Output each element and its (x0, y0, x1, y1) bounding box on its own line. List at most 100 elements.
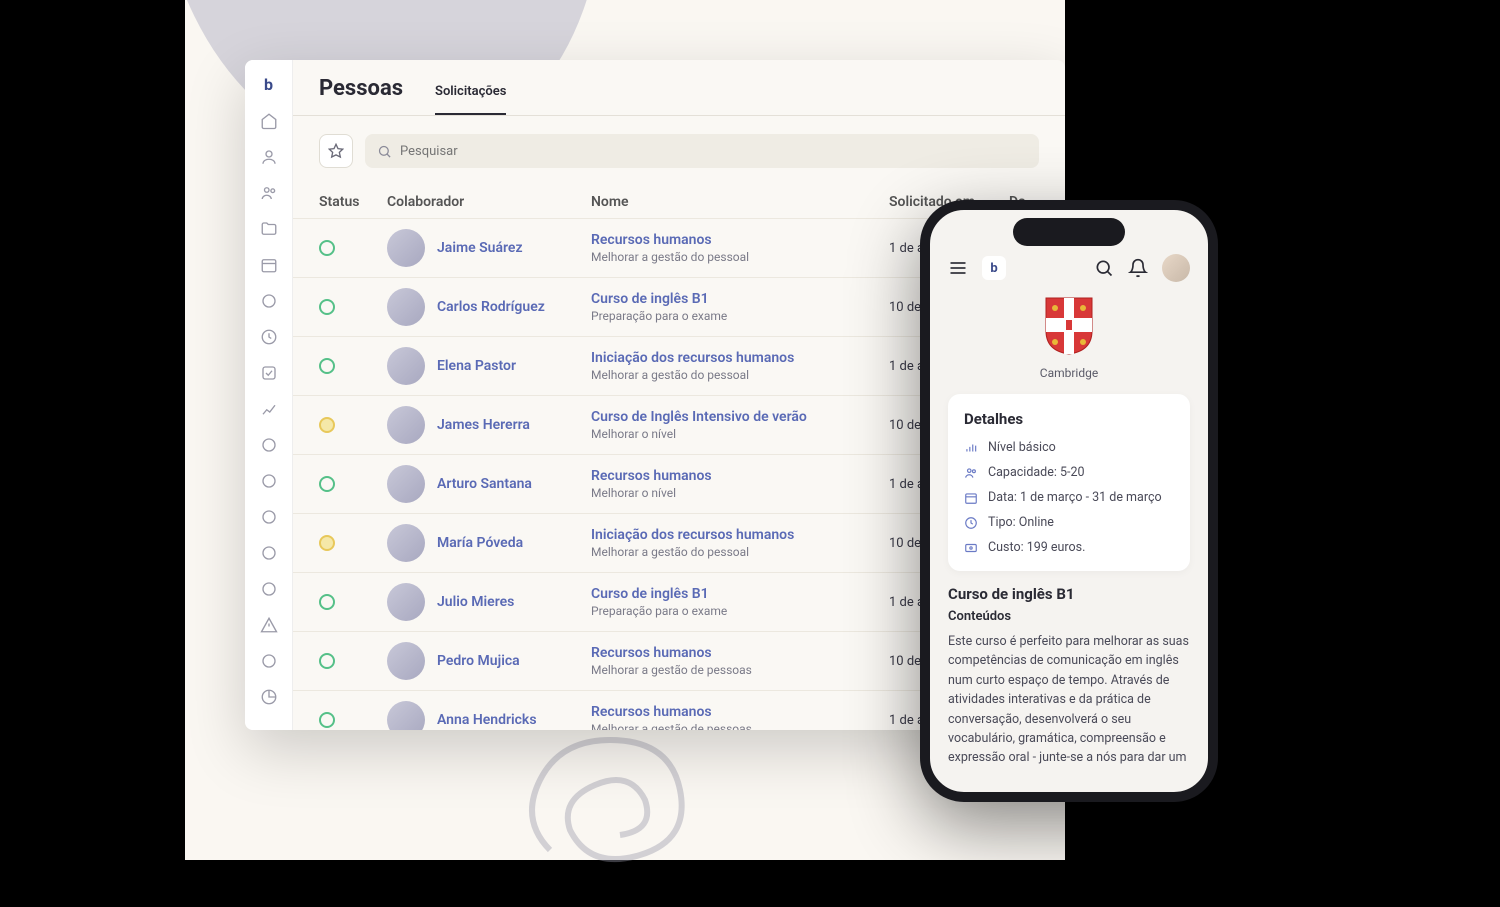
collaborator-name[interactable]: María Póveda (437, 535, 523, 551)
status-indicator (319, 299, 335, 315)
level-icon (964, 441, 978, 455)
details-title: Detalhes (964, 410, 1174, 428)
avatar (387, 524, 425, 562)
type-icon (964, 516, 978, 530)
folder-icon[interactable] (260, 220, 278, 238)
course-subtitle: Melhorar o nível (591, 427, 889, 441)
detail-row: Capacidade: 5-20 (964, 465, 1174, 480)
institution-name: Cambridge (948, 366, 1190, 380)
course-subtitle: Preparação para o exame (591, 309, 889, 323)
course-link[interactable]: Curso de inglês B1 (591, 586, 889, 602)
detail-text: Capacidade: 5-20 (988, 465, 1085, 480)
detail-text: Data: 1 de março - 31 de março (988, 490, 1162, 505)
app-logo[interactable]: b (259, 74, 279, 94)
toolbar (293, 116, 1065, 186)
col-colaborador: Colaborador (387, 194, 591, 210)
user-add-icon[interactable] (260, 652, 278, 670)
status-indicator (319, 712, 335, 728)
phone-avatar[interactable] (1162, 254, 1190, 282)
detail-row: Data: 1 de março - 31 de março (964, 490, 1174, 505)
course-subtitle: Melhorar o nível (591, 486, 889, 500)
capacity-icon (964, 466, 978, 480)
detail-text: Tipo: Online (988, 515, 1054, 530)
favorites-button[interactable] (319, 134, 353, 168)
collaborator-name[interactable]: Jaime Suárez (437, 240, 523, 256)
target-icon[interactable] (260, 436, 278, 454)
course-description: Este curso é perfeito para melhorar as s… (948, 632, 1190, 768)
course-link[interactable]: Curso de inglês B1 (591, 291, 889, 307)
course-subtitle: Melhorar a gestão do pessoal (591, 250, 889, 264)
chart-icon[interactable] (260, 400, 278, 418)
home-icon[interactable] (260, 112, 278, 130)
course-subtitle: Melhorar a gestão do pessoal (591, 368, 889, 382)
support-icon[interactable] (260, 472, 278, 490)
header: Pessoas Solicitações (293, 60, 1065, 116)
date-icon (964, 491, 978, 505)
phone-mockup: b Cambridge Detalhes Nível básico Capacid… (920, 200, 1218, 802)
status-indicator (319, 358, 335, 374)
course-link[interactable]: Iniciação dos recursos humanos (591, 527, 889, 543)
avatar (387, 229, 425, 267)
crest-icon (1044, 296, 1094, 356)
collaborator-name[interactable]: Julio Mieres (437, 594, 514, 610)
phone-notch (1013, 218, 1125, 246)
collaborator-name[interactable]: Arturo Santana (437, 476, 532, 492)
course-link[interactable]: Recursos humanos (591, 704, 889, 720)
collaborator-name[interactable]: Carlos Rodríguez (437, 299, 545, 315)
bell-icon[interactable] (1128, 258, 1148, 278)
course-link[interactable]: Curso de Inglês Intensivo de verão (591, 409, 889, 425)
avatar (387, 701, 425, 730)
person-icon[interactable] (260, 148, 278, 166)
phone-logo[interactable]: b (982, 256, 1006, 280)
warning-icon[interactable] (260, 616, 278, 634)
course-link[interactable]: Recursos humanos (591, 232, 889, 248)
cost-icon (964, 541, 978, 555)
search-icon[interactable] (1094, 258, 1114, 278)
people-icon[interactable] (260, 184, 278, 202)
course-subtitle: Conteúdos (948, 609, 1190, 624)
status-indicator (319, 594, 335, 610)
page-title: Pessoas (319, 76, 403, 101)
graduation-icon[interactable] (260, 508, 278, 526)
course-subtitle: Preparação para o exame (591, 604, 889, 618)
course-subtitle: Melhorar a gestão de pessoas (591, 722, 889, 730)
course-link[interactable]: Recursos humanos (591, 645, 889, 661)
status-indicator (319, 535, 335, 551)
collaborator-name[interactable]: Anna Hendricks (437, 712, 537, 728)
flow-icon[interactable] (260, 544, 278, 562)
clock-icon[interactable] (260, 328, 278, 346)
menu-icon[interactable] (948, 258, 968, 278)
collaborator-name[interactable]: Elena Pastor (437, 358, 516, 374)
status-indicator (319, 476, 335, 492)
status-indicator (319, 653, 335, 669)
details-card: Detalhes Nível básico Capacidade: 5-20 Dat… (948, 394, 1190, 571)
tab-solicitacoes[interactable]: Solicitações (435, 84, 506, 115)
avatar (387, 347, 425, 385)
sidebar: b (245, 60, 293, 730)
col-nome: Nome (591, 194, 889, 210)
detail-row: Nível básico (964, 440, 1174, 455)
search-icon (377, 144, 392, 159)
avatar (387, 465, 425, 503)
avatar (387, 583, 425, 621)
dashboard-icon[interactable] (260, 580, 278, 598)
course-title: Curso de inglês B1 (948, 585, 1190, 603)
col-status: Status (319, 194, 387, 210)
phone-header: b (948, 254, 1190, 282)
detail-text: Nível básico (988, 440, 1056, 455)
collaborator-name[interactable]: James Hererra (437, 417, 530, 433)
avatar (387, 642, 425, 680)
collaborator-name[interactable]: Pedro Mujica (437, 653, 520, 669)
star-icon (328, 143, 344, 159)
course-link[interactable]: Iniciação dos recursos humanos (591, 350, 889, 366)
pie-icon[interactable] (260, 688, 278, 706)
checkbox-icon[interactable] (260, 364, 278, 382)
search-input[interactable] (400, 144, 1027, 159)
calendar-icon[interactable] (260, 256, 278, 274)
search-box[interactable] (365, 134, 1039, 168)
course-link[interactable]: Recursos humanos (591, 468, 889, 484)
status-indicator (319, 240, 335, 256)
detail-text: Custo: 199 euros. (988, 540, 1085, 555)
compass-icon[interactable] (260, 292, 278, 310)
avatar (387, 406, 425, 444)
